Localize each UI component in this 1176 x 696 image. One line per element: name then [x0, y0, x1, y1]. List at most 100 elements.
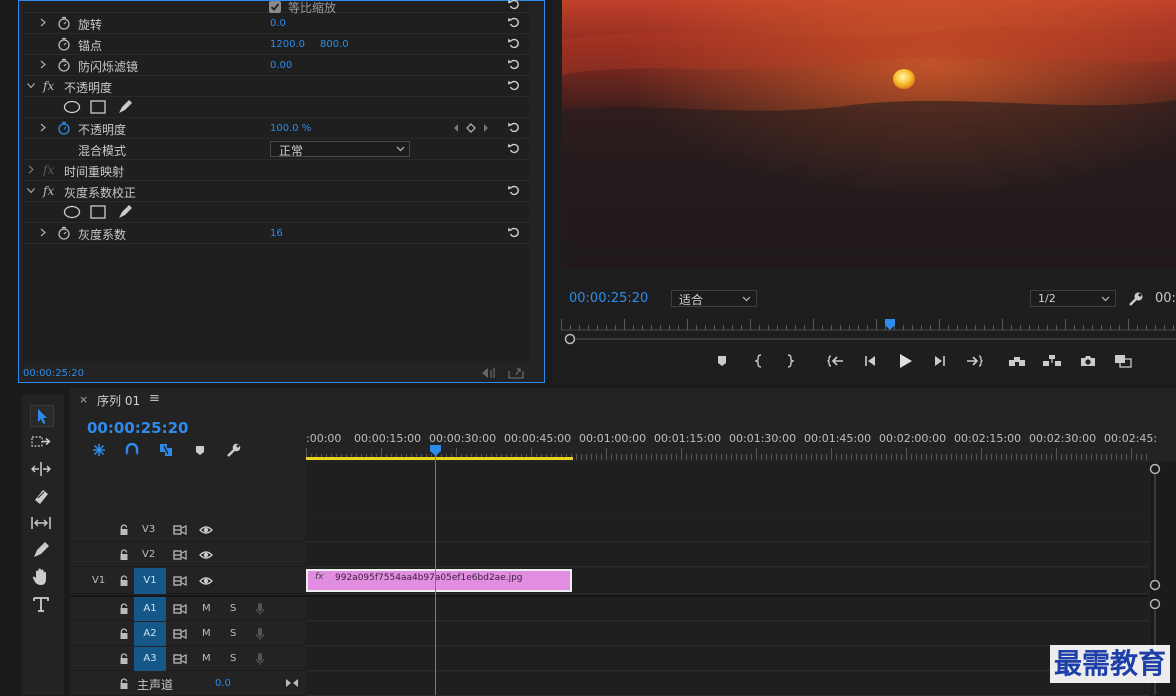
ellipse-mask-icon[interactable] [63, 205, 81, 219]
mark-in-icon[interactable] [748, 351, 770, 371]
blend-mode-select[interactable]: 正常 [270, 141, 410, 158]
eye-icon[interactable] [199, 524, 213, 536]
mute-button[interactable]: M [202, 653, 211, 664]
fit-select[interactable]: 适合 [671, 290, 757, 307]
track-target-v1[interactable]: V1 [134, 568, 166, 594]
hand-tool[interactable] [30, 567, 54, 589]
uniform-scale-checkbox[interactable] [269, 1, 281, 13]
toggle-sync-lock-icon[interactable] [173, 653, 187, 665]
stopwatch-active-icon[interactable] [57, 121, 71, 135]
fx-icon[interactable]: fx [43, 184, 54, 198]
reset-icon[interactable] [507, 57, 521, 71]
compare-view-icon[interactable] [1112, 351, 1134, 371]
mute-button[interactable]: M [202, 603, 211, 614]
pen-mask-icon[interactable] [117, 99, 133, 115]
microphone-icon[interactable] [255, 652, 265, 666]
toggle-sync-lock-icon[interactable] [173, 549, 187, 561]
track-content-a1[interactable] [306, 597, 1149, 621]
selection-tool[interactable] [30, 405, 54, 427]
audio-scroll-handle-top[interactable] [1149, 598, 1161, 610]
opacity-value[interactable]: 100.0 % [270, 123, 311, 134]
lock-icon[interactable] [119, 653, 129, 665]
video-scroll-track[interactable] [1154, 475, 1156, 579]
chevron-right-icon[interactable] [39, 228, 47, 237]
mute-button[interactable]: M [202, 628, 211, 639]
play-icon[interactable] [894, 351, 916, 371]
wrench-icon[interactable] [1128, 291, 1144, 307]
reset-icon[interactable] [507, 78, 521, 92]
slip-tool[interactable] [30, 513, 54, 535]
go-to-in-icon[interactable] [825, 351, 847, 371]
scroll-handle-top[interactable] [1149, 463, 1161, 475]
reset-icon[interactable] [507, 15, 521, 29]
program-time-ruler[interactable] [561, 317, 1176, 331]
sequence-tab[interactable]: 序列 01 [97, 392, 140, 409]
fx-icon[interactable]: fx [43, 79, 54, 93]
track-content-v2[interactable] [306, 543, 1149, 567]
track-target-a1[interactable]: A1 [134, 597, 166, 621]
chevron-right-icon[interactable] [27, 165, 35, 174]
lock-icon[interactable] [119, 603, 129, 615]
track-name-v2[interactable]: V2 [142, 549, 155, 560]
step-forward-icon[interactable] [929, 351, 951, 371]
anchor-y-value[interactable]: 800.0 [320, 39, 349, 50]
lift-icon[interactable] [1006, 351, 1028, 371]
toggle-sync-lock-icon[interactable] [173, 575, 187, 587]
reset-icon[interactable] [507, 120, 521, 134]
lock-icon[interactable] [119, 575, 129, 587]
reset-icon[interactable] [507, 225, 521, 239]
chevron-down-icon[interactable] [27, 187, 36, 195]
go-to-edit-point-icon[interactable] [285, 678, 299, 688]
track-content-a2[interactable] [306, 622, 1149, 646]
master-volume-value[interactable]: 0.0 [215, 678, 231, 689]
track-content-v3[interactable] [306, 518, 1149, 542]
track-select-tool[interactable] [30, 432, 54, 454]
microphone-icon[interactable] [255, 602, 265, 616]
effect-controls-timecode[interactable]: 00:00:25:20 [23, 368, 84, 379]
track-name-v3[interactable]: V3 [142, 524, 155, 535]
pen-mask-icon[interactable] [117, 204, 133, 220]
panel-menu-icon[interactable]: ≡ [149, 391, 160, 406]
stopwatch-icon[interactable] [57, 58, 71, 72]
chevron-down-icon[interactable] [27, 82, 36, 90]
stopwatch-icon[interactable] [57, 37, 71, 51]
toggle-sync-lock-icon[interactable] [173, 603, 187, 615]
add-marker-icon[interactable] [194, 444, 206, 456]
rectangle-mask-icon[interactable] [90, 100, 106, 114]
linked-selection-icon[interactable] [158, 443, 174, 457]
ripple-edit-tool[interactable] [30, 459, 54, 481]
eye-icon[interactable] [199, 575, 213, 587]
ellipse-mask-icon[interactable] [63, 100, 81, 114]
play-audio-icon[interactable] [481, 367, 497, 379]
eye-icon[interactable] [199, 549, 213, 561]
track-content-master[interactable] [306, 672, 1149, 696]
resolution-select[interactable]: 1/2 [1030, 290, 1116, 307]
stopwatch-icon[interactable] [57, 16, 71, 30]
chevron-right-icon[interactable] [39, 60, 47, 69]
program-timecode[interactable]: 00:00:25:20 [569, 291, 648, 306]
type-tool[interactable] [30, 594, 54, 616]
microphone-icon[interactable] [255, 627, 265, 641]
chevron-right-icon[interactable] [39, 18, 47, 27]
keyframe-nav-icon[interactable] [453, 123, 489, 133]
pen-tool[interactable] [30, 540, 54, 562]
source-patch-v1[interactable]: V1 [92, 575, 105, 586]
track-target-a3[interactable]: A3 [134, 647, 166, 671]
timeline-timecode[interactable]: 00:00:25:20 [87, 419, 189, 437]
stopwatch-icon[interactable] [57, 226, 71, 240]
reset-icon[interactable] [507, 0, 521, 11]
mark-out-icon[interactable] [779, 351, 801, 371]
track-target-a2[interactable]: A2 [134, 622, 166, 646]
toggle-sync-lock-icon[interactable] [173, 524, 187, 536]
reset-icon[interactable] [507, 141, 521, 155]
wrench-icon[interactable] [226, 443, 242, 457]
scroll-handle-bottom[interactable] [1149, 579, 1161, 591]
extract-icon[interactable] [1041, 351, 1063, 371]
timeline-empty-area[interactable] [306, 462, 1149, 517]
rectangle-mask-icon[interactable] [90, 205, 106, 219]
lock-icon[interactable] [119, 549, 129, 561]
gamma-value[interactable]: 16 [270, 228, 283, 239]
playhead-icon[interactable] [430, 445, 441, 457]
playhead-line[interactable] [435, 454, 436, 695]
nest-icon[interactable] [91, 443, 107, 457]
